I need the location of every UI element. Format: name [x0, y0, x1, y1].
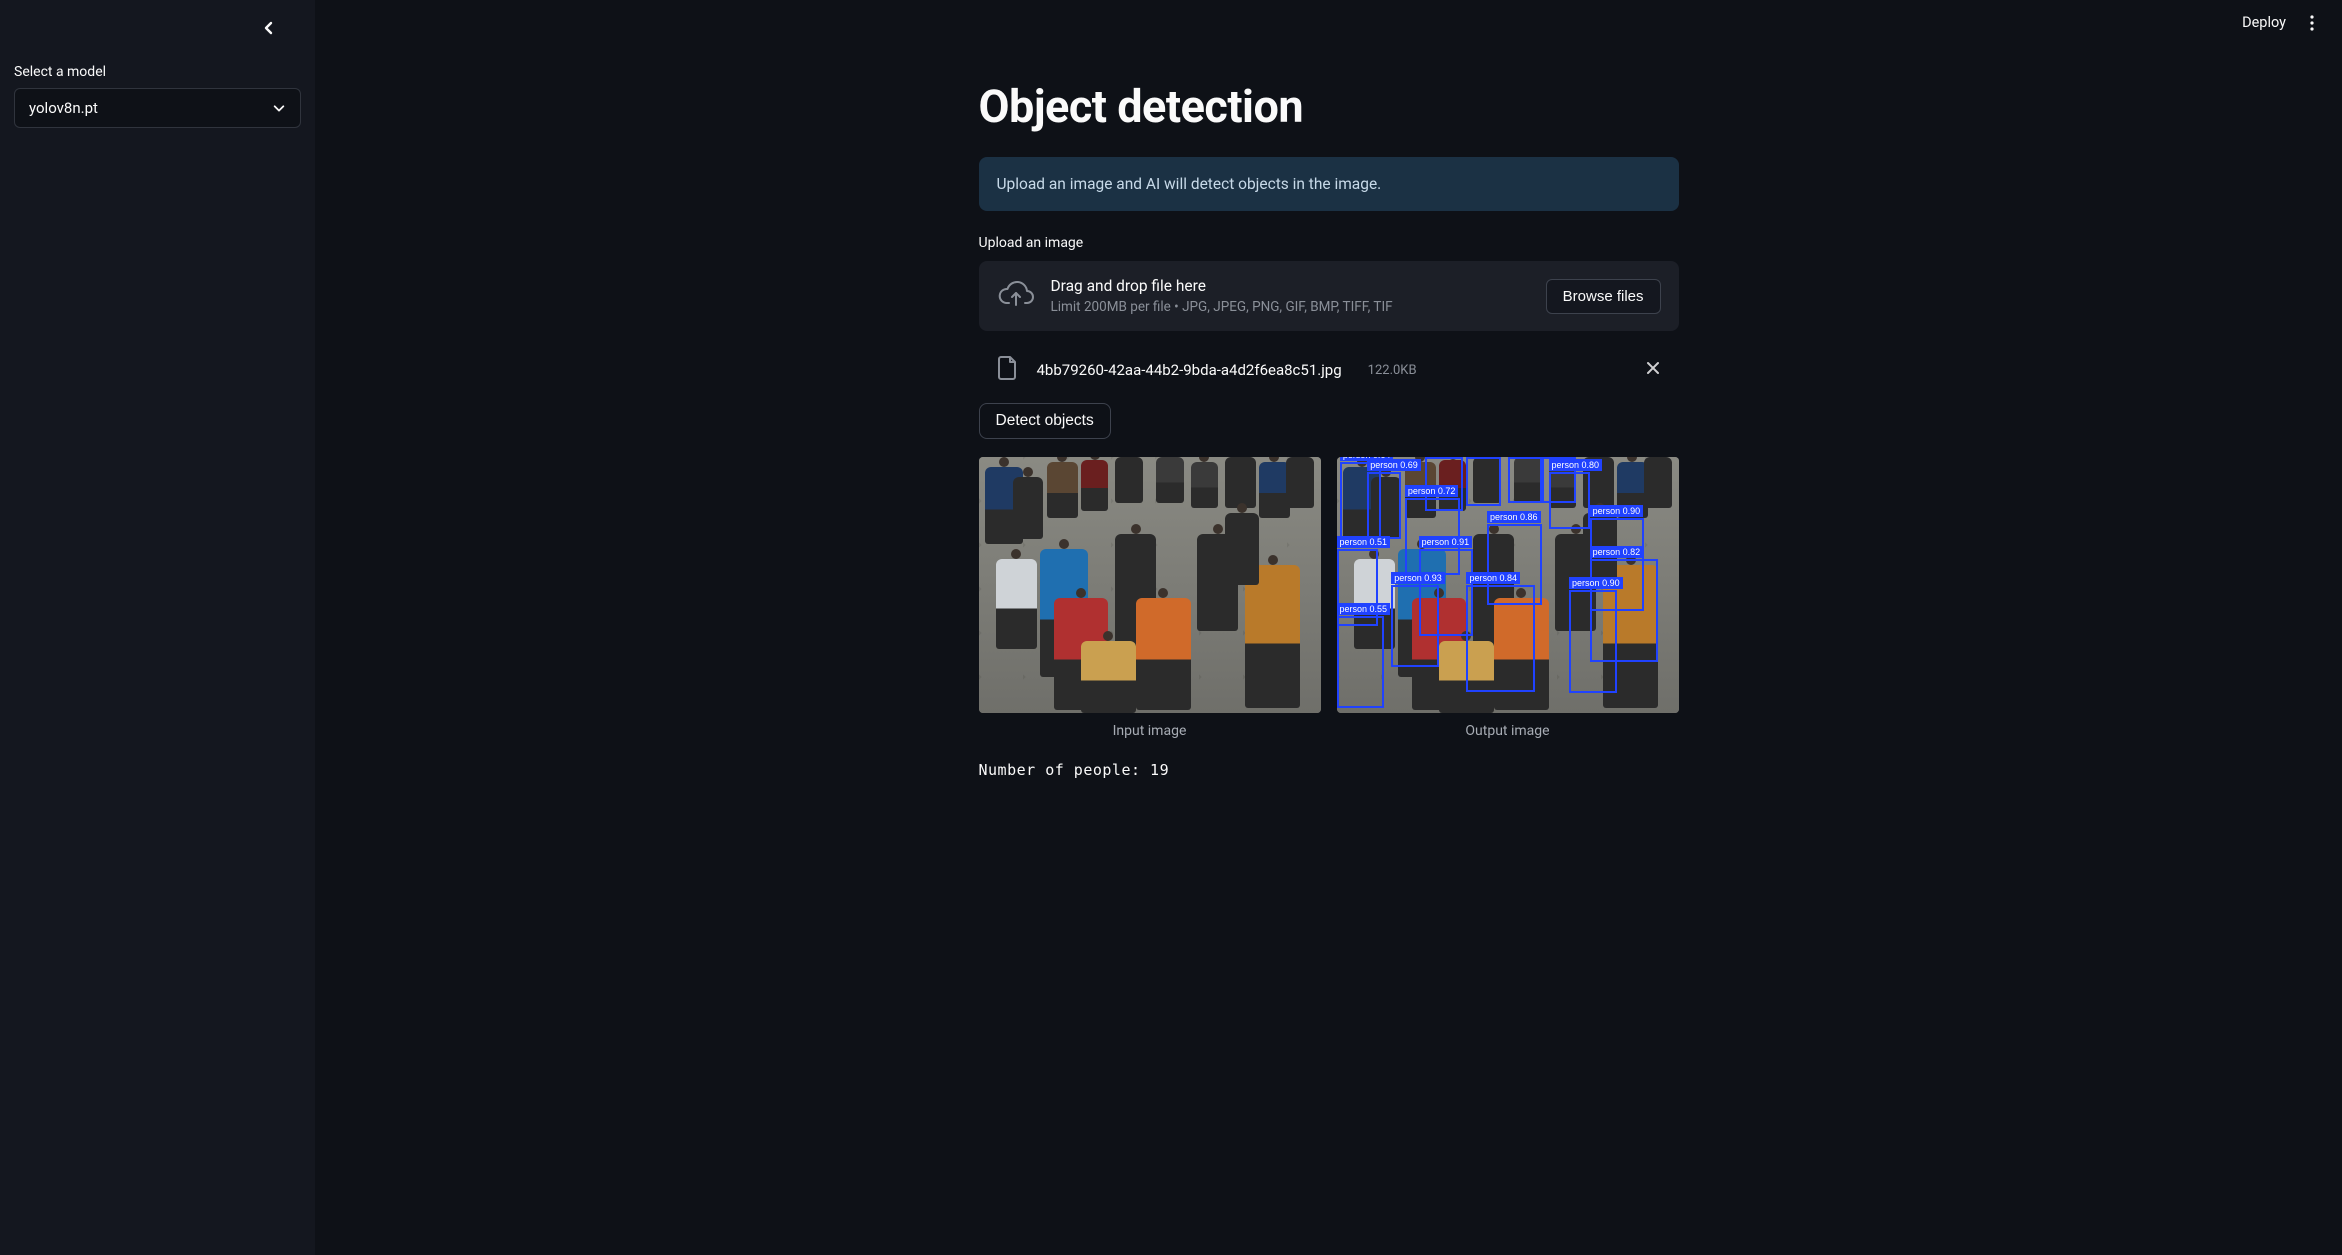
info-banner: Upload an image and AI will detect objec…	[979, 157, 1679, 211]
detection-label: person 0.55	[1337, 603, 1391, 615]
uploaded-file-size: 122.0KB	[1368, 363, 1417, 378]
detection-label: person 0.90	[1569, 577, 1623, 589]
input-image	[979, 457, 1321, 713]
detection-label: person 0.93	[1391, 572, 1445, 584]
images-row: Input image person 0.64person 0.69person…	[979, 457, 1679, 739]
uploaded-file-row: 4bb79260-42aa-44b2-9bda-a4d2f6ea8c51.jpg…	[979, 349, 1679, 403]
model-select[interactable]: yolov8n.pt	[14, 88, 301, 128]
sidebar: Select a model yolov8n.pt	[0, 0, 315, 1255]
detection-box: person 0.90	[1569, 590, 1617, 692]
upload-label: Upload an image	[979, 235, 1679, 251]
file-uploader[interactable]: Drag and drop file here Limit 200MB per …	[979, 261, 1679, 331]
deploy-button[interactable]: Deploy	[2242, 14, 2286, 31]
document-icon	[997, 355, 1019, 385]
collapse-sidebar-button[interactable]	[253, 12, 285, 44]
topbar: Deploy	[2222, 0, 2342, 45]
detection-label: person 0.82	[1590, 546, 1644, 558]
model-select-value: yolov8n.pt	[29, 99, 98, 117]
detection-label: person 0.91	[1419, 536, 1473, 548]
chevron-left-icon	[261, 20, 277, 36]
uploader-secondary-text: Limit 200MB per file • JPG, JPEG, PNG, G…	[1051, 299, 1530, 315]
detection-box: person 0.66	[1466, 457, 1500, 506]
remove-file-button[interactable]	[1645, 360, 1661, 380]
cloud-upload-icon	[997, 279, 1035, 313]
browse-files-button[interactable]: Browse files	[1546, 279, 1661, 314]
detection-box: person 0.61	[1508, 457, 1542, 503]
input-image-caption: Input image	[979, 723, 1321, 739]
detection-box: person 0.69	[1367, 472, 1401, 539]
uploader-primary-text: Drag and drop file here	[1051, 277, 1530, 295]
chevron-down-icon	[272, 101, 286, 115]
model-select-label: Select a model	[14, 64, 301, 80]
detect-objects-button[interactable]: Detect objects	[979, 403, 1111, 439]
detection-label: person 0.72	[1405, 485, 1459, 497]
page-title: Object detection	[979, 80, 1679, 133]
uploaded-file-name: 4bb79260-42aa-44b2-9bda-a4d2f6ea8c51.jpg	[1037, 361, 1342, 379]
detection-label: person 0.80	[1549, 459, 1603, 471]
close-icon	[1645, 360, 1661, 376]
detection-label: person 0.84	[1466, 572, 1520, 584]
detection-label: person 0.90	[1590, 505, 1644, 517]
content: Object detection Upload an image and AI …	[979, 0, 1679, 839]
detection-label: person 0.86	[1487, 511, 1541, 523]
detection-label: person 0.69	[1367, 459, 1421, 471]
detection-label: person 0.51	[1337, 536, 1391, 548]
kebab-icon	[2310, 15, 2314, 31]
detection-box: person 0.93	[1391, 585, 1439, 667]
result-text: Number of people: 19	[979, 761, 1679, 779]
detection-box: person 0.55	[1337, 616, 1385, 708]
detection-box: person 0.80	[1549, 472, 1590, 528]
main-menu-button[interactable]	[2302, 15, 2322, 31]
output-image-caption: Output image	[1337, 723, 1679, 739]
main: Deploy Object detection Upload an image …	[315, 0, 2342, 1255]
detection-box: person 0.84	[1466, 585, 1534, 693]
output-image: person 0.64person 0.69person 0.59person …	[1337, 457, 1679, 713]
